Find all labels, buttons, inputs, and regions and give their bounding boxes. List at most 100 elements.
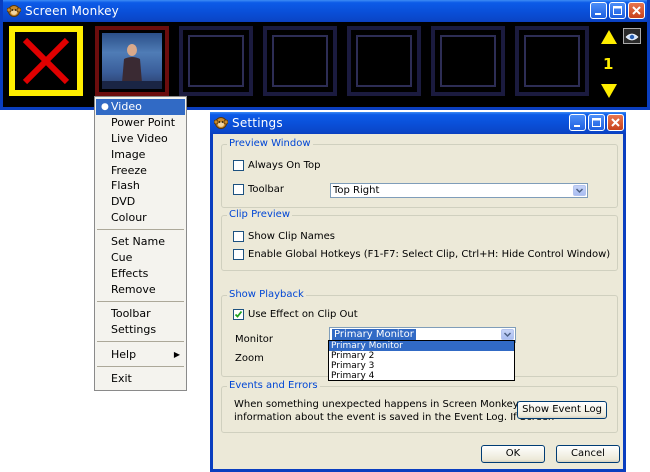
chevron-down-icon <box>575 188 584 194</box>
page-up-arrow-icon[interactable] <box>599 28 619 48</box>
group-legend: Clip Preview <box>227 209 292 220</box>
close-button[interactable] <box>628 2 645 19</box>
menu-item-label: Freeze <box>111 164 147 177</box>
checkbox-box <box>233 249 244 260</box>
toolbar-position-select[interactable]: Top Right <box>330 183 588 198</box>
checkbox-box <box>233 184 244 195</box>
toolbar-checkbox[interactable]: Toolbar <box>233 184 284 195</box>
events-errors-group: Events and Errors When something unexpec… <box>221 380 618 433</box>
menu-item-toolbar[interactable]: Toolbar <box>96 306 185 322</box>
menu-item-label: Effects <box>111 267 149 280</box>
checkbox-box <box>233 309 244 320</box>
menu-item-colour[interactable]: Colour <box>96 210 185 226</box>
select-value: Top Right <box>333 185 380 196</box>
menu-item-settings[interactable]: Settings <box>96 322 185 338</box>
menu-separator <box>97 366 184 367</box>
menu-item-remove[interactable]: Remove <box>96 282 185 298</box>
main-window: Screen Monkey 1 <box>0 0 650 110</box>
minimize-icon <box>595 13 601 15</box>
menu-item-live-video[interactable]: Live Video <box>96 131 185 147</box>
minimize-icon <box>574 125 580 127</box>
group-legend: Preview Window <box>227 138 313 149</box>
checkbox-box <box>233 160 244 171</box>
main-titlebar[interactable]: Screen Monkey <box>3 0 647 22</box>
red-x-icon <box>22 37 70 85</box>
maximize-icon <box>613 6 622 15</box>
menu-item-freeze[interactable]: Freeze <box>96 163 185 179</box>
menu-separator <box>97 301 184 302</box>
monkey-icon <box>213 116 229 130</box>
checkbox-label: Always On Top <box>248 160 321 171</box>
menu-item-image[interactable]: Image <box>96 147 185 163</box>
dropdown-option[interactable]: Primary Monitor <box>329 341 514 351</box>
menu-item-label: Video <box>111 100 142 113</box>
dropdown-option[interactable]: Primary 3 <box>329 361 514 371</box>
group-legend: Show Playback <box>227 289 306 300</box>
events-description-line2: information about the event is saved in … <box>234 412 555 423</box>
page-number: 1 <box>603 55 614 73</box>
monitor-dropdown-list: Primary Monitor Primary 2 Primary 3 Prim… <box>328 340 515 381</box>
submenu-arrow-icon: ▶ <box>173 350 180 359</box>
video-thumbnail <box>102 33 162 89</box>
settings-maximize-button[interactable] <box>588 114 605 131</box>
menu-item-exit[interactable]: Exit <box>96 371 185 387</box>
menu-item-label: Exit <box>111 372 132 385</box>
dropdown-option[interactable]: Primary 4 <box>329 371 514 381</box>
menu-separator <box>97 229 184 230</box>
events-description-line1: When something unexpected happens in Scr… <box>234 399 522 410</box>
menu-item-power-point[interactable]: Power Point <box>96 115 185 131</box>
menu-item-label: Remove <box>111 283 156 296</box>
page-down-arrow-icon[interactable] <box>599 80 619 100</box>
menu-item-cue[interactable]: Cue <box>96 250 185 266</box>
clip-slot-empty[interactable] <box>347 26 421 96</box>
dropdown-button[interactable] <box>573 185 586 196</box>
menu-item-dvd[interactable]: DVD <box>96 194 185 210</box>
menu-item-label: Power Point <box>111 116 176 129</box>
clip-slot-video[interactable] <box>95 26 169 96</box>
maximize-button[interactable] <box>609 2 626 19</box>
dropdown-option[interactable]: Primary 2 <box>329 351 514 361</box>
ok-button[interactable]: OK <box>481 445 545 463</box>
menu-item-label: Image <box>111 148 146 161</box>
clip-slot-empty[interactable] <box>263 26 337 96</box>
use-effect-checkbox[interactable]: Use Effect on Clip Out <box>233 309 358 320</box>
menu-item-label: Cue <box>111 251 133 264</box>
enable-hotkeys-checkbox[interactable]: Enable Global Hotkeys (F1-F7: Select Cli… <box>233 249 610 260</box>
monkey-icon <box>6 4 22 18</box>
menu-item-help[interactable]: Help ▶ <box>96 347 185 363</box>
settings-close-button[interactable] <box>607 114 624 131</box>
clip-preview-group: Clip Preview Show Clip Names Enable Glob… <box>221 209 618 271</box>
maximize-icon <box>592 118 601 127</box>
menu-item-effects[interactable]: Effects <box>96 266 185 282</box>
clip-slot-empty[interactable] <box>179 26 253 96</box>
show-event-log-button[interactable]: Show Event Log <box>517 401 607 419</box>
zoom-label: Zoom <box>235 353 264 364</box>
clip-slot-clear[interactable] <box>9 26 83 96</box>
minimize-button[interactable] <box>590 2 607 19</box>
menu-item-label: Toolbar <box>111 307 151 320</box>
eye-icon <box>625 33 639 41</box>
menu-item-video[interactable]: ● Video <box>96 99 185 115</box>
clip-slot-empty[interactable] <box>431 26 505 96</box>
presenter-image <box>102 44 162 89</box>
checkbox-label: Use Effect on Clip Out <box>248 309 358 320</box>
menu-item-label: Settings <box>111 323 157 336</box>
always-on-top-checkbox[interactable]: Always On Top <box>233 160 321 171</box>
show-clip-names-checkbox[interactable]: Show Clip Names <box>233 231 335 242</box>
menu-item-flash[interactable]: Flash <box>96 178 185 194</box>
settings-titlebar[interactable]: Settings <box>210 112 626 134</box>
cancel-button[interactable]: Cancel <box>556 445 620 463</box>
checkbox-box <box>233 231 244 242</box>
settings-dialog: Settings Preview Window Always On Top To… <box>210 112 626 472</box>
dropdown-button[interactable] <box>501 329 514 340</box>
menu-item-label: Help <box>111 348 137 361</box>
monitor-label: Monitor <box>235 334 274 345</box>
settings-minimize-button[interactable] <box>569 114 586 131</box>
clip-slot-empty[interactable] <box>515 26 589 96</box>
menu-item-label: Live Video <box>111 132 168 145</box>
page-navigation: 1 <box>597 26 647 102</box>
preview-toggle-button[interactable] <box>623 28 641 44</box>
preview-window-group: Preview Window Always On Top Toolbar Top… <box>221 138 618 208</box>
menu-item-set-name[interactable]: Set Name <box>96 234 185 250</box>
main-window-title: Screen Monkey <box>25 4 119 18</box>
